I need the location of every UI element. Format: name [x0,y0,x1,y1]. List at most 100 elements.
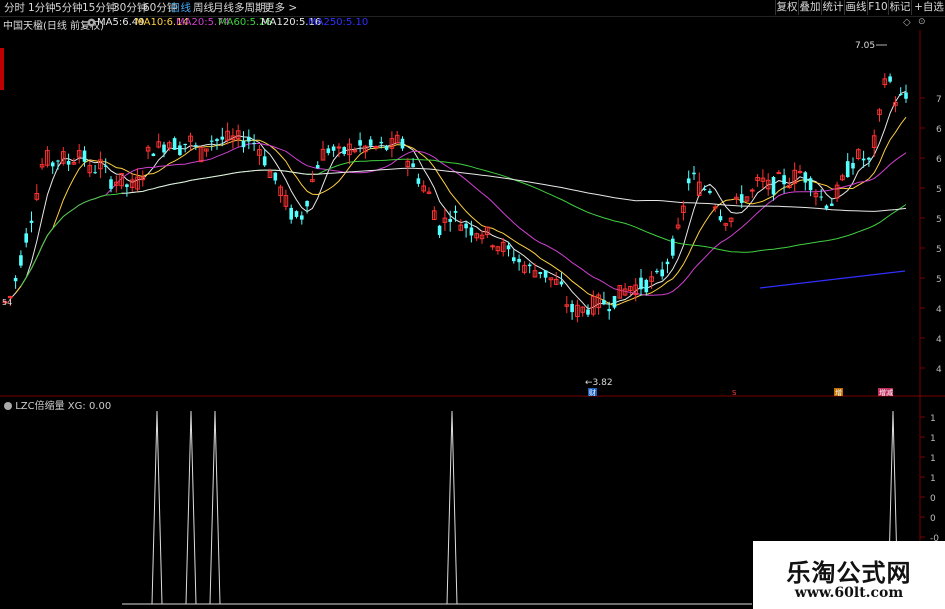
candle-body-down [56,160,60,162]
indicator-tick-label: 1 [930,414,936,424]
candle-body-down [702,188,707,190]
restore-rights-button[interactable]: 复权 [775,0,798,15]
indicator-tick-label: 1 [930,474,936,484]
candle-body-down [19,255,23,266]
candle-body-down [400,138,405,149]
candle-body-down [109,179,113,189]
candle-body-down [739,194,744,203]
candle-body-down [93,172,97,174]
f10-button[interactable]: F10 [867,0,888,15]
candle-body-down [708,190,712,193]
candle-body-down [586,309,590,315]
candle-body-down [665,261,670,265]
candle-body-down [543,270,548,278]
candle-body-down [326,148,331,154]
candle-body-down [453,211,458,213]
candle-body-down [29,220,34,223]
indicator-spike [185,410,197,605]
candle-body-down [559,281,564,285]
settings-gear-icon[interactable] [87,18,96,30]
indicator-tick-label: 0 [930,494,936,504]
candle-body-down [671,238,675,256]
candle-body-up [373,146,379,149]
candle-body-down [639,277,643,290]
axis-tick-label: 4 [936,365,942,375]
indicator-spike [446,410,458,605]
ma20-line [20,142,907,296]
collapse-icon[interactable]: ⊙ [918,17,926,27]
candle-body-down [194,145,198,147]
diamond-icon[interactable]: ◇ [903,17,911,28]
candle-body-down [411,163,415,168]
candle-body-down [861,158,866,161]
zeng-marker-label: 增 [835,388,842,397]
candle-body-down [464,223,468,229]
period-tab-monthly[interactable]: 月线 [213,1,234,15]
period-tab-intraday[interactable]: 分时 [4,1,25,15]
candle-body-up [712,206,718,209]
axis-tick-label: 5 [936,185,942,195]
period-tab-15min[interactable]: 15分钟 [82,1,116,15]
kline-chart[interactable]: 7665555444111100-0-0-0-0 7.05←3.8254财S增增… [0,30,945,609]
candle-body-down [300,215,304,220]
axis-tick-label: 4 [936,335,942,345]
watermark-title: 乐淘公式网 [786,559,912,587]
candle-body-down [358,140,362,146]
candle-body-down [262,156,267,166]
axis-tick-label: 6 [936,155,942,165]
candle-body-down [570,303,574,313]
draw-line-button[interactable]: 画线 [844,0,867,15]
watermark-url: www.60lt.com [794,585,904,601]
candle-body-down [469,227,474,236]
candle-body-down [178,145,182,156]
axis-tick-label: 5 [936,245,942,255]
stats-button[interactable]: 统计 [821,0,844,15]
indicator-spike [151,410,163,605]
ma10-line [15,116,907,307]
indicator-gear-icon[interactable] [4,402,12,410]
period-tab-1min[interactable]: 1分钟 [28,1,56,15]
candle-body-down [830,203,834,206]
candle-body-down [103,165,108,167]
candle-body-down [24,233,28,243]
axis-tick-label: 5 [936,215,942,225]
candle-body-down [448,218,452,222]
axis-tick-label: 4 [936,305,942,315]
candle-body-up [776,172,782,175]
candle-body-down [538,271,543,274]
candle-body-down [305,200,309,207]
period-tab-weekly[interactable]: 周线 [193,1,214,15]
left-price-label: 54 [2,298,12,307]
candle-body-down [183,143,187,146]
add-watchlist-button[interactable]: +自选 [911,0,945,15]
candle-body-down [342,147,346,155]
ma120-line [121,167,907,212]
indicator-name: LZC倍缩量 [15,401,65,412]
candle-body-down [898,93,903,95]
candle-body-down [644,279,649,293]
low-price-label: ←3.82 [585,378,613,388]
candle-body-down [294,211,299,217]
high-price-label: 7.05 [855,41,875,51]
axis-tick-label: 7 [936,95,942,105]
period-tab-5min[interactable]: 5分钟 [55,1,83,15]
candle-body-down [50,162,55,167]
period-tab-more[interactable]: 更多 > [264,1,297,15]
candle-body-down [273,172,278,181]
period-tab-daily[interactable]: 日线 [170,1,191,15]
candle-body-down [803,172,808,183]
watermark-logo: 乐淘公式网 www.60lt.com [753,541,945,609]
candle-body-down [771,176,776,195]
period-toolbar: 分时 1分钟 5分钟 15分钟 30分钟 60分钟 日线 周线 月线 多周期 更… [0,0,945,17]
indicator-value-label: XG: [67,401,86,412]
period-tab-multi[interactable]: 多周期 [234,1,266,15]
candle-body-down [125,184,129,187]
indicator-spike [209,410,221,605]
candle-body-down [904,92,908,99]
candle-body-down [416,178,421,184]
overlay-button[interactable]: 叠加 [798,0,821,15]
candle-body-down [517,258,521,263]
ma-info-bar: 中国天楹(日线 前复权) MA5:6.49 MA10:6.14 MA20:5.7… [0,17,926,32]
mark-button[interactable]: 标记 [888,0,911,15]
ma250-line [759,270,906,289]
